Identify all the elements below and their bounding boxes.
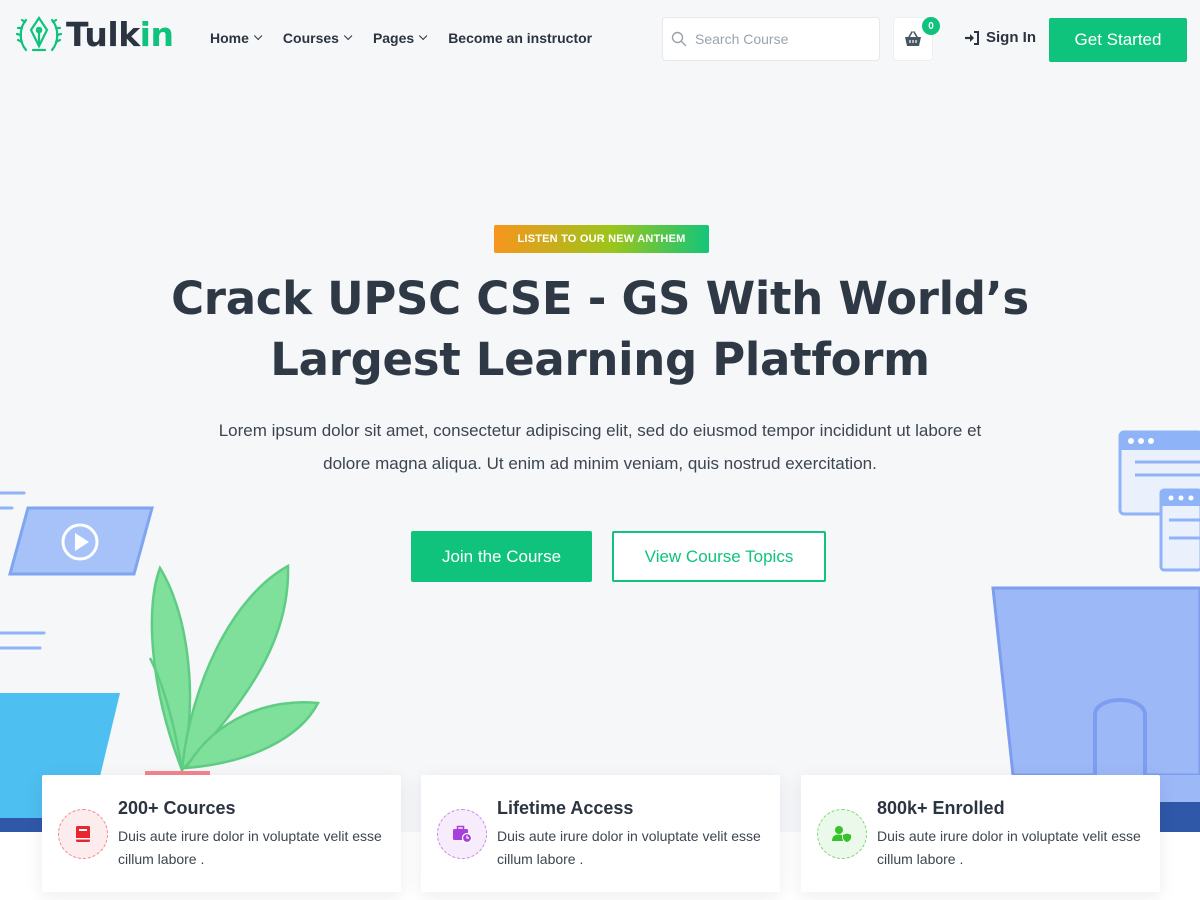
chevron-down-icon <box>253 31 263 41</box>
feature-title: 800k+ Enrolled <box>877 798 1005 818</box>
view-course-topics-button[interactable]: View Course Topics <box>612 531 826 582</box>
basket-icon <box>905 31 921 46</box>
feature-icon-wrap <box>817 809 867 859</box>
nav-item-home[interactable]: Home <box>210 30 263 46</box>
feature-description: Duis aute irure dolor in voluptate velit… <box>877 828 1141 867</box>
feature-card-lifetime-access: Lifetime Access Duis aute irure dolor in… <box>421 775 780 892</box>
nav-home-label: Home <box>210 30 249 46</box>
feature-title: 200+ Cources <box>118 798 236 818</box>
nav-item-become-instructor[interactable]: Become an instructor <box>448 30 592 46</box>
right-illustration <box>991 430 1200 832</box>
briefcase-clock-icon <box>453 825 472 844</box>
search-icon <box>671 31 687 47</box>
search-box <box>662 17 880 61</box>
cart-count-badge: 0 <box>922 17 940 35</box>
anthem-badge[interactable]: LISTEN TO OUR NEW ANTHEM <box>494 225 709 253</box>
site-header: Tulkin Home Courses Pages Become an inst… <box>0 0 1200 78</box>
feature-icon-wrap <box>437 809 487 859</box>
laurel-pen-logo-icon <box>16 16 62 52</box>
sign-in-link[interactable]: Sign In <box>964 29 1036 46</box>
nav-instructor-label: Become an instructor <box>448 30 593 46</box>
feature-description: Duis aute irure dolor in voluptate velit… <box>497 828 761 867</box>
chevron-down-icon <box>343 31 353 41</box>
chevron-down-icon <box>419 31 428 41</box>
sign-in-icon <box>965 30 979 45</box>
hero-title-line2: Largest Learning Platform <box>270 333 930 386</box>
hero-title-line1: Crack UPSC CSE - GS With World’s <box>171 272 1029 325</box>
nav-item-pages[interactable]: Pages <box>372 30 428 46</box>
user-shield-icon <box>832 826 852 843</box>
hero-title: Crack UPSC CSE - GS With World’s Largest… <box>150 268 1050 390</box>
hero-desc-line2: dolore magna aliqua. Ut enim ad minim ve… <box>323 454 877 473</box>
get-started-button[interactable]: Get Started <box>1049 18 1187 62</box>
sign-in-label: Sign In <box>986 29 1036 46</box>
nav-pages-label: Pages <box>372 30 415 46</box>
search-input[interactable] <box>695 31 865 47</box>
browser-windows <box>1118 430 1200 572</box>
book-icon <box>76 826 90 842</box>
cart-button[interactable]: 0 <box>893 17 940 61</box>
main-nav: Home Courses Pages Become an instructor <box>210 30 592 46</box>
hero-desc-line1: Lorem ipsum dolor sit amet, consectetur … <box>218 421 982 440</box>
join-course-button[interactable]: Join the Course <box>411 531 592 582</box>
nav-courses-label: Courses <box>282 30 339 46</box>
logo[interactable]: Tulkin <box>16 12 174 56</box>
feature-card-enrolled: 800k+ Enrolled Duis aute irure dolor in … <box>801 775 1160 892</box>
nav-item-courses[interactable]: Courses <box>282 30 353 46</box>
feature-description: Duis aute irure dolor in voluptate velit… <box>118 828 382 867</box>
video-screen <box>8 506 154 576</box>
hero-description: Lorem ipsum dolor sit amet, consectetur … <box>200 414 1000 480</box>
feature-title: Lifetime Access <box>497 798 634 818</box>
feature-icon-wrap <box>58 809 108 859</box>
plant <box>148 563 320 775</box>
logo-text: Tulkin <box>66 14 174 54</box>
feature-card-courses: 200+ Cources Duis aute irure dolor in vo… <box>42 775 401 892</box>
